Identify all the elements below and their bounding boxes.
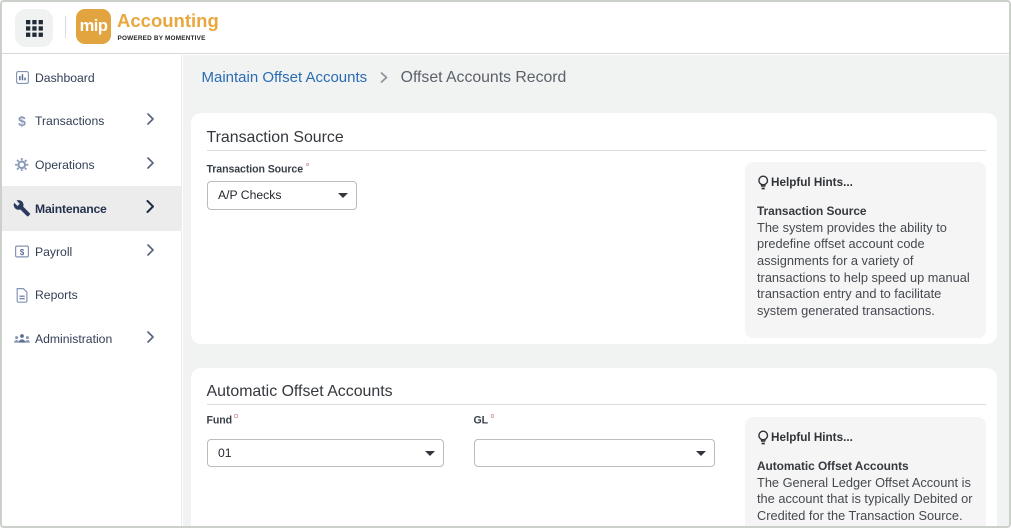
svg-text:$: $ [20, 248, 25, 257]
